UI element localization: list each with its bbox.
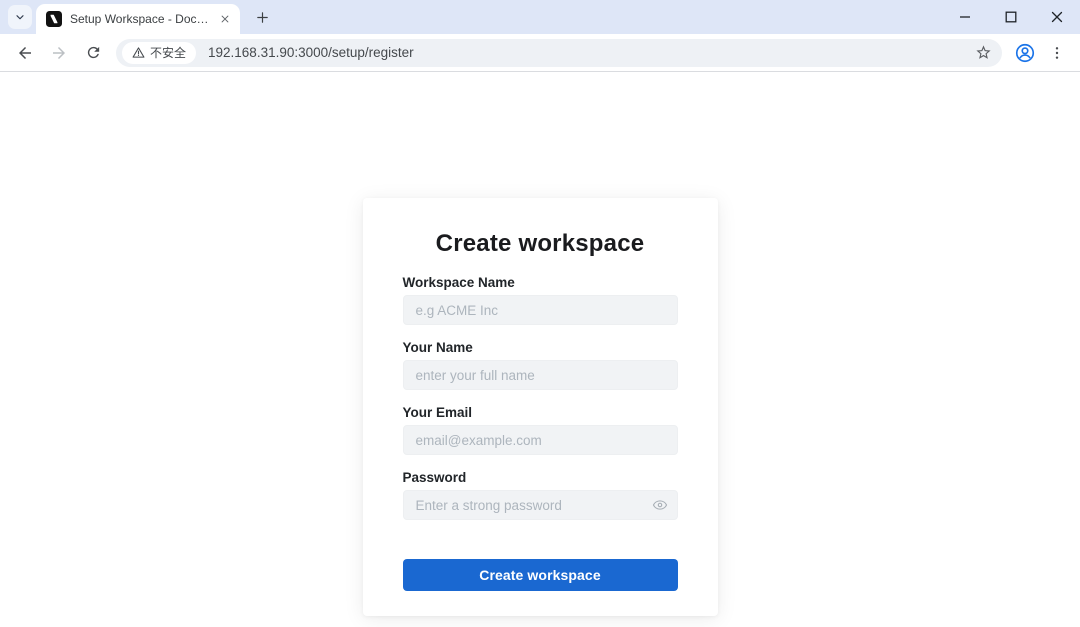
browser-tab-active[interactable]: Setup Workspace - Docmost (36, 4, 240, 34)
star-icon (975, 45, 991, 59)
your-name-label: Your Name (402, 340, 473, 355)
eye-icon (652, 500, 667, 510)
create-workspace-card: Create workspace Workspace Name Your Nam… (362, 198, 718, 616)
security-chip[interactable]: 不安全 (122, 41, 197, 64)
your-email-input[interactable] (402, 425, 678, 455)
workspace-name-input[interactable] (402, 295, 678, 325)
your-name-field: Your Name (402, 340, 678, 390)
your-email-label: Your Email (402, 405, 473, 420)
profile-button[interactable] (1010, 38, 1040, 68)
tab-search-button[interactable] (8, 5, 32, 29)
browser-toolbar: 不安全 192.168.31.90:3000/setup/register (0, 34, 1080, 72)
window-maximize-button[interactable] (988, 0, 1034, 34)
docmost-favicon-icon (46, 11, 62, 27)
reload-icon (87, 46, 99, 59)
window-close-button[interactable] (1034, 0, 1080, 34)
create-workspace-button[interactable]: Create workspace (402, 559, 678, 591)
back-button[interactable] (10, 38, 40, 68)
arrow-forward-icon (53, 46, 65, 59)
bookmark-button[interactable] (970, 40, 996, 66)
new-tab-button[interactable] (248, 3, 276, 31)
tab-title: Setup Workspace - Docmost (70, 12, 210, 26)
browser-window: Setup Workspace - Docmost 不安全 192.168.31… (0, 0, 1080, 627)
reload-button[interactable] (78, 38, 108, 68)
your-email-field: Your Email (402, 405, 678, 455)
page-content: Create workspace Workspace Name Your Nam… (0, 72, 1080, 627)
security-label: 不安全 (150, 46, 187, 60)
tab-close-icon[interactable] (216, 10, 234, 28)
account-circle-icon (1015, 43, 1035, 62)
window-minimize-button[interactable] (942, 0, 988, 34)
warning-icon (132, 47, 145, 58)
password-field: Password (402, 470, 678, 520)
forward-button[interactable] (44, 38, 74, 68)
password-label: Password (402, 470, 467, 485)
password-input[interactable] (402, 490, 678, 520)
browser-menu-button[interactable] (1042, 38, 1072, 68)
chevron-down-icon (14, 11, 26, 23)
your-name-input[interactable] (402, 360, 678, 390)
password-visibility-toggle[interactable] (649, 494, 671, 516)
window-controls (942, 0, 1080, 34)
tab-strip: Setup Workspace - Docmost (0, 0, 1080, 34)
plus-icon (255, 10, 270, 25)
arrow-back-icon (19, 46, 31, 59)
workspace-name-field: Workspace Name (402, 275, 678, 325)
three-dot-menu-icon (1055, 46, 1059, 59)
workspace-name-label: Workspace Name (402, 275, 515, 290)
address-bar[interactable]: 不安全 192.168.31.90:3000/setup/register (116, 38, 1002, 67)
page-title: Create workspace (435, 230, 645, 257)
url-text: 192.168.31.90:3000/setup/register (208, 45, 414, 60)
